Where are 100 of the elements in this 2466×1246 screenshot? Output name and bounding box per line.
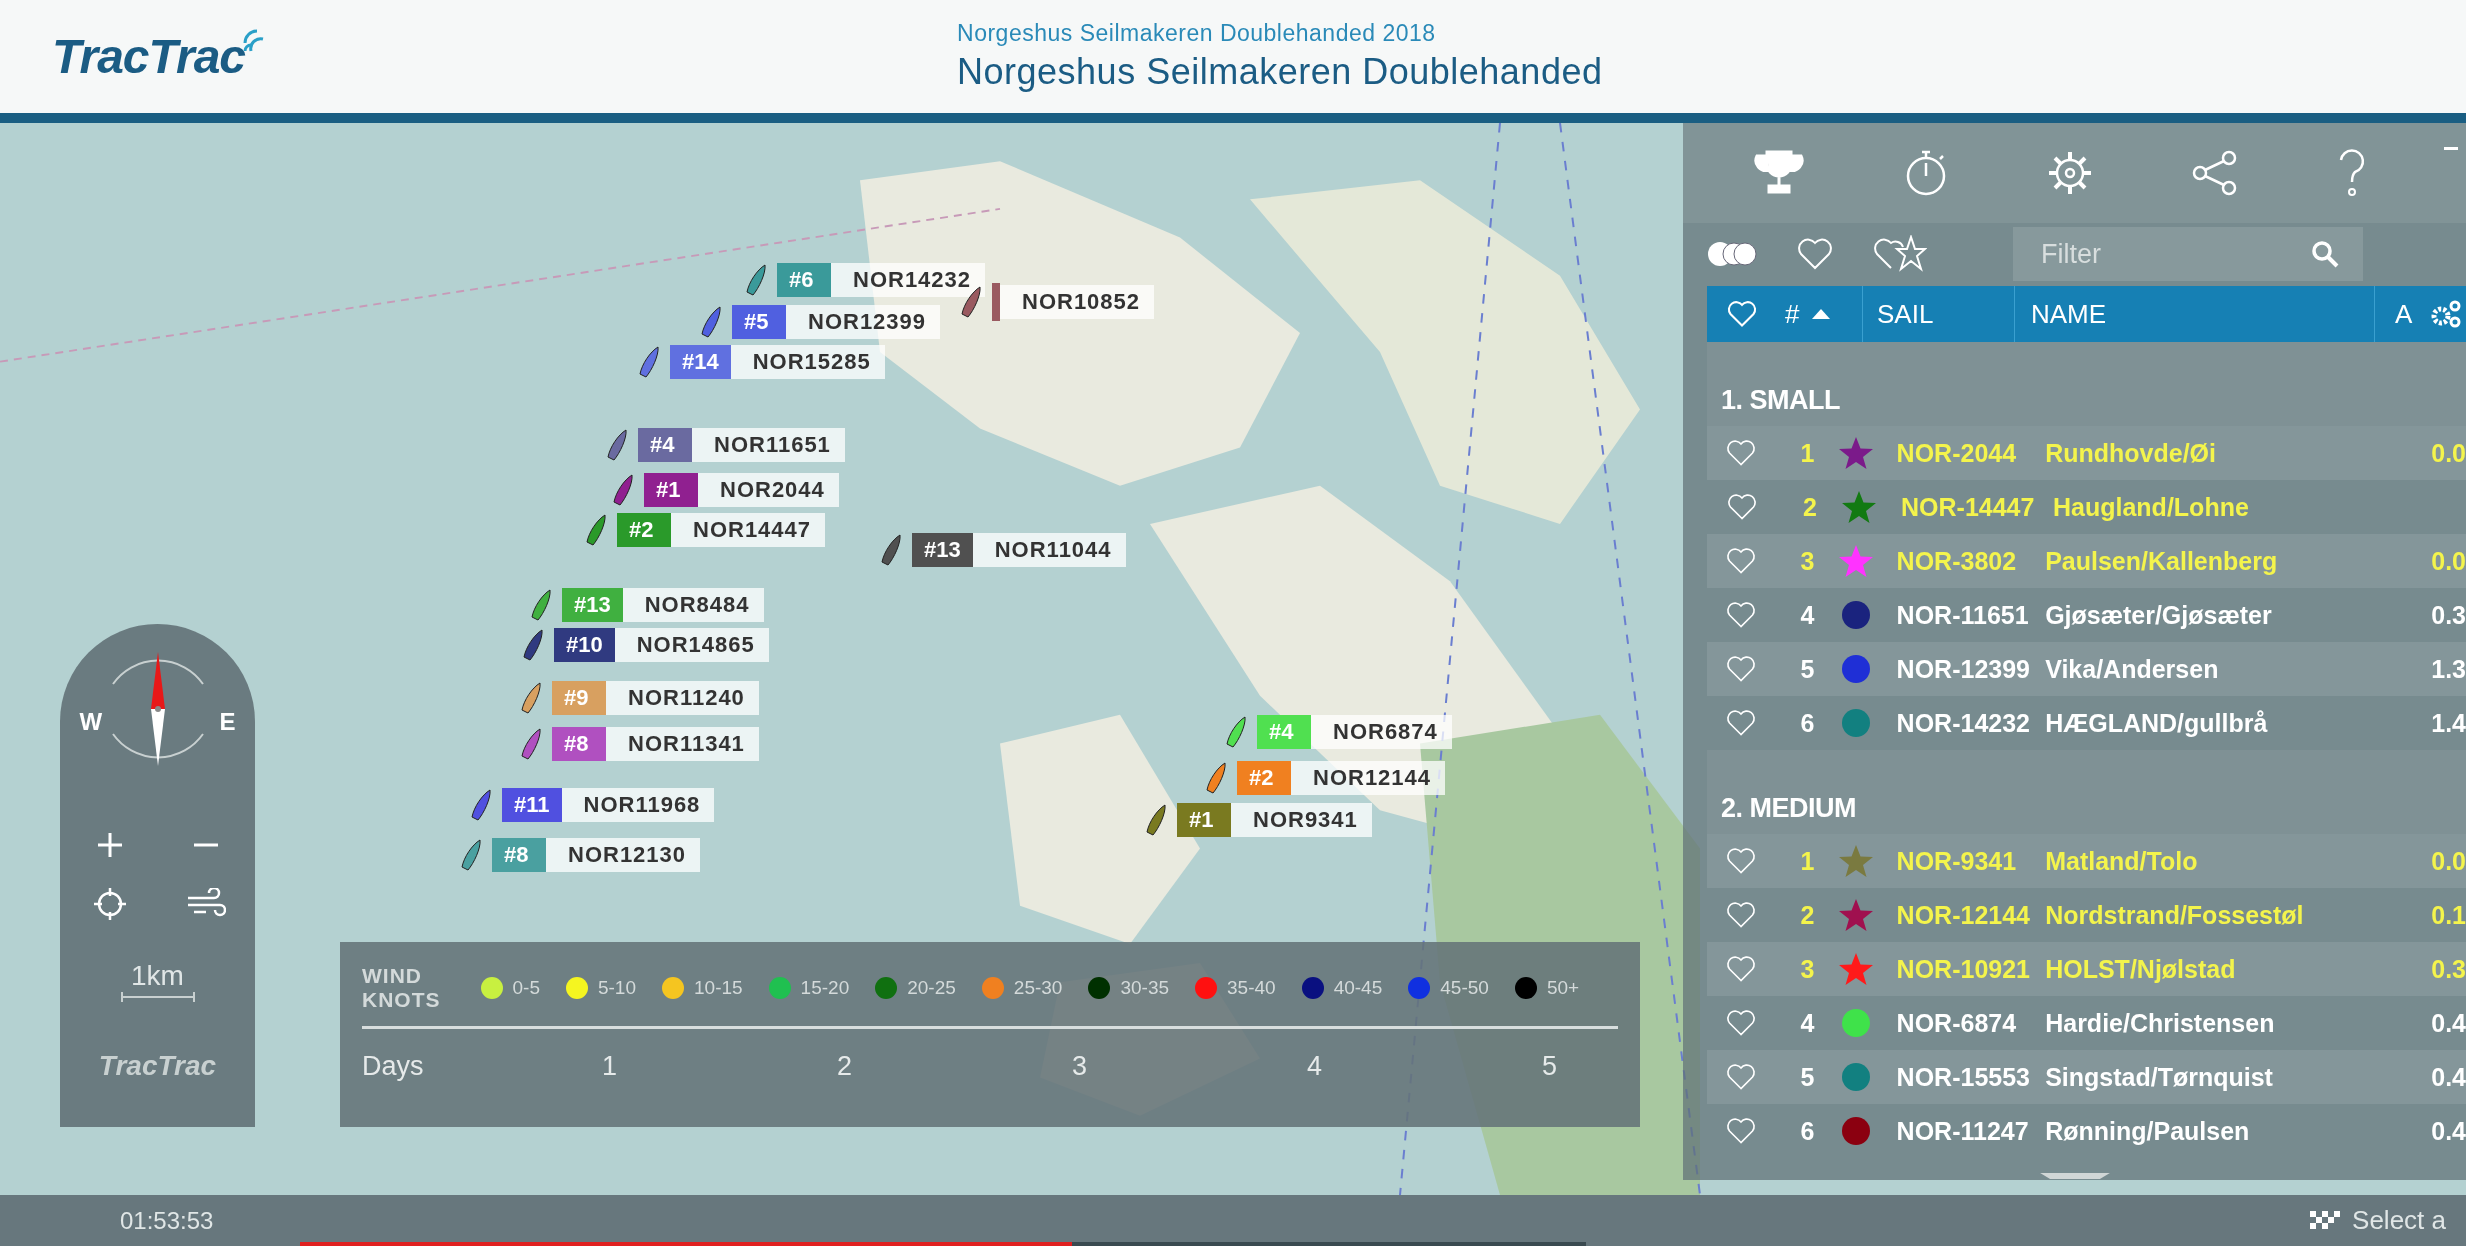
boat-icon[interactable] bbox=[700, 306, 722, 338]
timeline-tick[interactable]: 5 bbox=[1542, 1051, 1558, 1082]
wind-speed-label: 35-40 bbox=[1227, 977, 1276, 999]
leaderboard-row[interactable]: 6 NOR-14232 HÆGLAND/gullbrå 1.4 bbox=[1707, 696, 2466, 751]
favorite-heart-icon[interactable] bbox=[1726, 709, 1757, 738]
sail-number-text: NOR-11651 bbox=[1896, 600, 2030, 630]
sail-number-text: NOR-12399 bbox=[1896, 654, 2031, 684]
heart-icon[interactable] bbox=[1727, 300, 1757, 329]
rank-text: 3 bbox=[1799, 546, 1815, 576]
leaderboard-row[interactable]: 5 NOR-12399 Vika/Andersen 1.3 bbox=[1707, 642, 2466, 697]
leaderboard-row[interactable]: 1 NOR-9341 Matland/Tolo 0.0 bbox=[1707, 834, 2466, 889]
gears-icon[interactable] bbox=[2430, 299, 2462, 330]
leaderboard-row[interactable]: 3 NOR-10921 HOLST/Njølstad 0.3 bbox=[1707, 942, 2466, 997]
favorite-heart-icon[interactable] bbox=[1726, 439, 1757, 468]
rank-text: 1 bbox=[1799, 438, 1815, 468]
leaderboard-row[interactable]: 3 NOR-3802 Paulsen/Kallenberg 0.0 bbox=[1707, 534, 2466, 589]
minimize-icon[interactable] bbox=[2444, 147, 2458, 151]
select-race-link[interactable]: Select a bbox=[2352, 1205, 2446, 1236]
favorite-heart-icon[interactable] bbox=[1726, 847, 1757, 876]
boat-icon[interactable] bbox=[460, 839, 482, 871]
boat-rank-tag: #9 bbox=[552, 681, 606, 715]
timeline-tick[interactable]: 1 bbox=[602, 1051, 837, 1082]
boat-rank-tag: #14 bbox=[670, 345, 731, 379]
boat-rank-tag: #8 bbox=[492, 838, 546, 872]
favorite-heart-icon[interactable] bbox=[1726, 1117, 1757, 1146]
heart-icon[interactable] bbox=[1797, 237, 1833, 272]
sail-number-text: NOR-14447 bbox=[1901, 492, 2036, 522]
sail-number-text: NOR-11247 bbox=[1896, 1116, 2030, 1146]
crew-name-text: Gjøsæter/Gjøsæter bbox=[2045, 600, 2273, 630]
crew-name-text: Singstad/Tørnquist bbox=[2045, 1062, 2274, 1092]
locate-icon[interactable] bbox=[91, 886, 128, 922]
boat-sail-label: NOR14865 bbox=[614, 628, 769, 662]
leaderboard-row[interactable]: 6 NOR-11247 Rønning/Paulsen 0.4 bbox=[1707, 1104, 2466, 1159]
rank-text: 5 bbox=[1799, 654, 1815, 684]
boat-icon[interactable] bbox=[606, 429, 628, 461]
timeline-tick[interactable]: 2 bbox=[837, 1051, 1072, 1082]
checkered-flag-icon[interactable] bbox=[2310, 1210, 2341, 1231]
boat-rank-tag: #4 bbox=[638, 428, 692, 462]
boat-icon[interactable] bbox=[638, 346, 660, 378]
crew-name-text: Rundhovde/Øi bbox=[2045, 438, 2217, 468]
leaderboard-row[interactable]: 1 NOR-2044 Rundhovde/Øi 0.0 bbox=[1707, 426, 2466, 481]
boat-icon[interactable] bbox=[960, 286, 982, 318]
compass-east-label: E bbox=[219, 708, 236, 736]
crew-name-text: Vika/Andersen bbox=[2045, 654, 2220, 684]
sail-number-text: NOR-9341 bbox=[1896, 846, 2018, 876]
wind-speed-label: 0-5 bbox=[512, 977, 540, 999]
leaderboard-row[interactable]: 2 NOR-12144 Nordstrand/Fossestøl 0.1 bbox=[1707, 888, 2466, 943]
favorite-heart-icon[interactable] bbox=[1726, 1063, 1757, 1092]
favorite-heart-icon[interactable] bbox=[1726, 601, 1757, 630]
share-icon[interactable] bbox=[2191, 149, 2238, 196]
boat-icon[interactable] bbox=[522, 629, 544, 661]
leaderboard-row[interactable]: 4 NOR-6874 Hardie/Christensen 0.4 bbox=[1707, 996, 2466, 1051]
boat-sail-label: NOR14447 bbox=[671, 513, 826, 547]
leaderboard-row[interactable]: 2 NOR-14447 Haugland/Lohne bbox=[1707, 480, 2466, 535]
value-text: 0.4 bbox=[2431, 1062, 2466, 1092]
boat-icon[interactable] bbox=[530, 589, 552, 621]
boat-icon[interactable] bbox=[880, 534, 902, 566]
favorite-heart-icon[interactable] bbox=[1727, 493, 1757, 522]
column-header[interactable]: A bbox=[2395, 298, 2413, 330]
toggle-circles-icon[interactable] bbox=[1707, 241, 1757, 268]
boat-icon[interactable] bbox=[470, 789, 492, 821]
boat-icon[interactable] bbox=[520, 682, 542, 714]
favorite-heart-icon[interactable] bbox=[1726, 1009, 1757, 1038]
boat-icon[interactable] bbox=[1225, 716, 1247, 748]
favorite-heart-icon[interactable] bbox=[1726, 547, 1757, 576]
settings-icon[interactable] bbox=[2046, 149, 2093, 196]
boat-icon[interactable] bbox=[745, 264, 767, 296]
boat-icon[interactable] bbox=[612, 474, 634, 506]
wind-speed-label: 50+ bbox=[1546, 977, 1580, 999]
wind-speed-label: 5-10 bbox=[597, 977, 636, 999]
column-header[interactable]: SAIL bbox=[1877, 298, 1934, 330]
column-header[interactable]: # bbox=[1785, 298, 1800, 330]
crew-name-text: HÆGLAND/gullbrå bbox=[2045, 708, 2269, 738]
rank-text: 2 bbox=[1799, 900, 1815, 930]
sort-up-icon[interactable] bbox=[1811, 308, 1832, 321]
logo-text[interactable]: TracTrac bbox=[52, 29, 246, 84]
boat-rank-tag: #6 bbox=[777, 263, 831, 297]
timeline-tick[interactable]: 3 bbox=[1072, 1051, 1307, 1082]
favorite-heart-icon[interactable] bbox=[1726, 955, 1757, 984]
timeline-tick[interactable]: 4 bbox=[1307, 1051, 1542, 1082]
column-header[interactable]: NAME bbox=[2031, 298, 2107, 330]
boat-icon[interactable] bbox=[1205, 762, 1227, 794]
search-icon[interactable] bbox=[2311, 240, 2339, 269]
collapse-handle-icon[interactable] bbox=[2039, 1172, 2110, 1180]
boat-sail-label: NOR11341 bbox=[606, 727, 759, 761]
sail-number-text: NOR-6874 bbox=[1896, 1008, 2018, 1038]
wind-speed-label: 20-25 bbox=[907, 977, 956, 999]
wind-speed-label: 30-35 bbox=[1120, 977, 1170, 999]
leaderboard-row[interactable]: 5 NOR-15553 Singstad/Tørnquist 0.4 bbox=[1707, 1050, 2466, 1105]
favorite-heart-icon[interactable] bbox=[1726, 901, 1757, 930]
leaderboard-row[interactable]: 4 NOR-11651 Gjøsæter/Gjøsæter 0.3 bbox=[1707, 588, 2466, 643]
boat-icon[interactable] bbox=[520, 728, 542, 760]
boat-icon[interactable] bbox=[1145, 804, 1167, 836]
boat-icon[interactable] bbox=[585, 514, 607, 546]
boat-sail-label: NOR11968 bbox=[561, 788, 715, 822]
value-text: 0.0 bbox=[2431, 438, 2466, 468]
trophy-icon[interactable] bbox=[1752, 149, 1805, 196]
value-text: 0.4 bbox=[2431, 1116, 2466, 1146]
heart-star-icon[interactable] bbox=[1873, 235, 1927, 274]
favorite-heart-icon[interactable] bbox=[1726, 655, 1757, 684]
